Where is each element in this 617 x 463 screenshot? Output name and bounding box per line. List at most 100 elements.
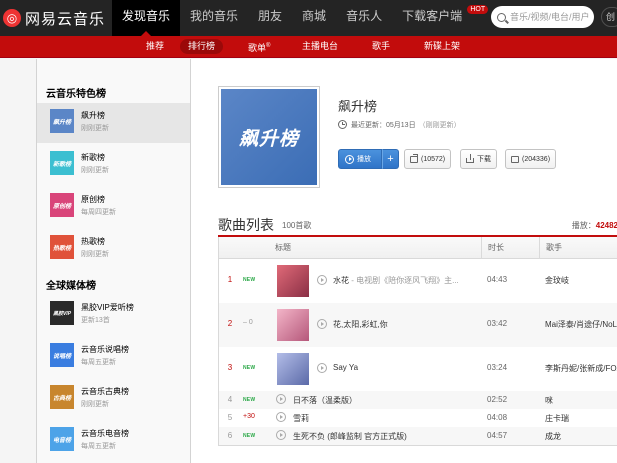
play-icon — [345, 154, 354, 164]
logo[interactable]: ◎ 网易云音乐 — [0, 0, 105, 36]
sidebar-item-vinyl-vip[interactable]: 黑胶VIP 黑胶VIP爱听榜 更新13首 — [37, 295, 190, 335]
share-count: (10572) — [421, 155, 446, 163]
sidebar-item-soaring[interactable]: 飙升榜 飙升榜 刚刚更新 — [37, 103, 190, 143]
sidebar-item-name: 云音乐古典榜 — [81, 387, 129, 396]
play-song-icon[interactable] — [276, 430, 286, 440]
table-row[interactable]: 4 NEW 日不落（温柔版） 02:52 咪 — [219, 391, 617, 409]
song-name: 水花 — [333, 276, 349, 285]
table-row[interactable]: 3 NEW Say Ya 03:24 李斯丹妮/张新成/FOX — [219, 347, 617, 391]
song-artist[interactable]: Mai泽泰/肖途仔/NoLo — [545, 319, 617, 330]
album-thumbnail[interactable] — [277, 353, 309, 385]
sidebar-item-update: 刚刚更新 — [81, 167, 109, 174]
sidebar-item-update: 刚刚更新 — [81, 125, 109, 132]
song-artist[interactable]: 金玟岐 — [545, 275, 617, 286]
song-duration: 04:08 — [487, 413, 508, 422]
comment-count: (204336) — [522, 155, 551, 163]
play-all-button[interactable]: 播放 — [338, 149, 382, 169]
sidebar-item-classical[interactable]: 古典榜 云音乐古典榜 刚刚更新 — [37, 379, 190, 419]
share-button[interactable]: (10572) — [404, 149, 452, 169]
table-row[interactable]: 2 – 0 花,太阳,彩虹,你 03:42 Mai泽泰/肖途仔/NoLo — [219, 303, 617, 347]
album-thumbnail[interactable] — [277, 309, 309, 341]
subnav-artists[interactable]: 歌手 — [364, 39, 398, 54]
song-rank: 1 — [227, 275, 233, 284]
search-input[interactable] — [510, 12, 594, 22]
song-artist[interactable]: 咪 — [545, 395, 617, 406]
sidebar-item-electronic[interactable]: 电音榜 云音乐电音榜 每周五更新 — [37, 421, 190, 461]
sidebar-item-update: 刚刚更新 — [81, 401, 109, 408]
play-song-icon[interactable] — [317, 363, 327, 373]
top-nav: 发现音乐 我的音乐 朋友 商城 音乐人 下载客户端 HOT — [112, 0, 489, 36]
topnav-discover[interactable]: 发现音乐 — [112, 0, 181, 36]
subnav-playlists-sup: ® — [266, 43, 271, 49]
subnav-charts[interactable]: 排行榜 — [180, 39, 224, 54]
search-box[interactable] — [491, 6, 594, 28]
song-title[interactable]: Say Ya — [333, 363, 481, 372]
column-duration: 时长 — [481, 237, 504, 259]
creator-center-button[interactable]: 创 — [601, 7, 617, 27]
songlist-header: 歌曲列表 100首歌 播放：42482 — [218, 211, 617, 237]
update-info: 最近更新：05月13日 （刚刚更新） — [351, 120, 461, 130]
songlist-count: 100首歌 — [282, 221, 312, 230]
subnav-radio[interactable]: 主播电台 — [294, 39, 346, 54]
table-row[interactable]: 6 NEW 生死不负 (郎峰监制 官方正式版) 04:57 成龙 — [219, 427, 617, 445]
sidebar-item-name: 云音乐电音榜 — [81, 429, 129, 438]
add-to-queue-button[interactable]: + — [382, 149, 399, 169]
subnav-recommend[interactable]: 推荐 — [138, 39, 172, 54]
subnav-playlists[interactable]: 歌单® — [240, 39, 278, 54]
sidebar-item-hot[interactable]: 热歌榜 热歌榜 刚刚更新 — [37, 229, 190, 269]
logo-text: 网易云音乐 — [25, 10, 106, 28]
sidebar-cover: 黑胶VIP — [50, 301, 74, 325]
clock-icon — [338, 120, 347, 129]
song-artist[interactable]: 庄卡瑞 — [545, 413, 617, 424]
song-artist[interactable]: 李斯丹妮/张新成/FOX — [545, 363, 617, 374]
comment-button[interactable]: (204336) — [505, 149, 557, 169]
search-icon — [497, 12, 506, 22]
song-title[interactable]: 水花 - 电视剧《陪你逐风飞翔》主... — [333, 275, 481, 286]
table-row[interactable]: 5 +30 雪莉 04:08 庄卡瑞 — [219, 409, 617, 427]
topnav-my-music[interactable]: 我的音乐 — [180, 0, 248, 36]
play-song-icon[interactable] — [317, 275, 327, 285]
page-title: 飙升榜 — [338, 99, 378, 114]
sidebar-section-featured: 云音乐特色榜 — [46, 89, 106, 100]
song-trend: NEW — [243, 397, 256, 403]
column-artist: 歌手 — [539, 237, 562, 259]
chart-cover: 飙升榜 — [218, 86, 320, 188]
sidebar-cover: 古典榜 — [50, 385, 74, 409]
update-date: 最近更新：05月13日 — [351, 122, 416, 129]
topnav-friends[interactable]: 朋友 — [248, 0, 292, 36]
comment-icon — [511, 155, 519, 163]
sidebar-item-rap[interactable]: 说唱榜 云音乐说唱榜 每周五更新 — [37, 337, 190, 377]
song-rank: 2 — [227, 319, 233, 328]
sidebar-item-original[interactable]: 原创榜 原创榜 每周四更新 — [37, 187, 190, 227]
song-artist[interactable]: 成龙 — [545, 431, 617, 442]
table-row[interactable]: 1 NEW 水花 - 电视剧《陪你逐风飞翔》主... 04:43 金玟岐 — [219, 259, 617, 303]
play-song-icon[interactable] — [276, 394, 286, 404]
sidebar-cover: 新歌榜 — [50, 151, 74, 175]
play-song-icon[interactable] — [276, 412, 286, 422]
subnav-new-albums[interactable]: 新碟上架 — [416, 39, 468, 54]
sidebar-item-update: 更新13首 — [81, 317, 110, 324]
topnav-store[interactable]: 商城 — [292, 0, 336, 36]
sidebar-cover: 原创榜 — [50, 193, 74, 217]
page-content: 云音乐特色榜 飙升榜 飙升榜 刚刚更新 新歌榜 新歌榜 刚刚更新 原创榜 原创榜… — [36, 59, 617, 463]
update-frequency: （刚刚更新） — [418, 122, 461, 129]
song-title[interactable]: 雪莉 — [293, 413, 483, 424]
song-title[interactable]: 花,太阳,彩虹,你 — [333, 319, 481, 330]
subnav-playlists-label: 歌单 — [248, 43, 267, 53]
play-song-icon[interactable] — [317, 319, 327, 329]
song-trend: NEW — [243, 433, 256, 439]
play-count-label: 播放： — [571, 221, 596, 230]
topnav-download-client[interactable]: 下载客户端 HOT — [392, 0, 489, 36]
song-duration: 04:43 — [487, 275, 508, 284]
download-button[interactable]: 下载 — [460, 149, 497, 169]
song-trend: NEW — [243, 365, 256, 371]
sidebar-item-new-songs[interactable]: 新歌榜 新歌榜 刚刚更新 — [37, 145, 190, 185]
song-duration: 04:57 — [487, 431, 508, 440]
song-title[interactable]: 生死不负 (郎峰监制 官方正式版) — [293, 431, 483, 442]
topnav-musicians[interactable]: 音乐人 — [336, 0, 392, 36]
song-rank: 4 — [227, 395, 233, 404]
sidebar-cover: 飙升榜 — [50, 109, 74, 133]
song-title[interactable]: 日不落（温柔版） — [293, 395, 483, 406]
sidebar-cover: 说唱榜 — [50, 343, 74, 367]
album-thumbnail[interactable] — [277, 265, 309, 297]
